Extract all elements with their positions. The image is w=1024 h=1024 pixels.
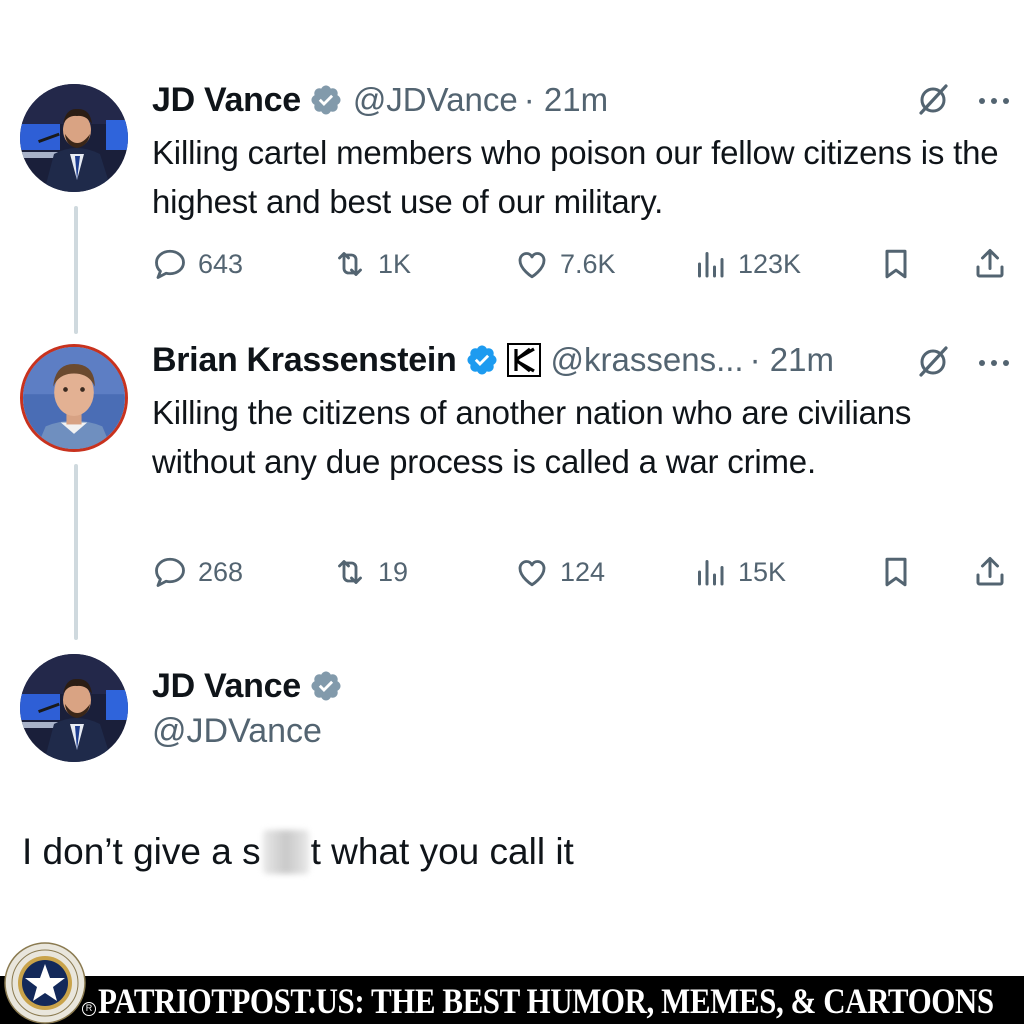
- views-button[interactable]: 15K: [692, 550, 786, 594]
- thread-line: [74, 206, 78, 334]
- like-count: 7.6K: [560, 248, 616, 279]
- views-count: 15K: [738, 556, 787, 587]
- verified-gray-icon: [309, 83, 343, 117]
- reply-text: I don’t give a s t what you call it: [22, 830, 574, 874]
- bookmark-button[interactable]: [878, 550, 914, 594]
- views-button[interactable]: 123K: [692, 242, 801, 286]
- verified-blue-icon: [465, 343, 499, 377]
- grok-icon[interactable]: [916, 82, 950, 116]
- avatar[interactable]: [20, 654, 128, 762]
- affiliate-k-badge-icon[interactable]: [506, 343, 541, 377]
- reply-text-end: t what you call it: [310, 831, 574, 872]
- tweet-actions: 268 19 124 15K: [152, 550, 1012, 594]
- avatar[interactable]: [20, 84, 128, 192]
- user-handle[interactable]: @JDVance: [152, 712, 343, 751]
- censor-blur: [262, 830, 309, 874]
- repost-count: 1K: [378, 248, 412, 279]
- registered-mark: R: [82, 1002, 96, 1016]
- timestamp[interactable]: · 21m: [524, 81, 608, 119]
- speech-bubble-icon: [155, 249, 185, 279]
- heart-icon: [518, 560, 546, 587]
- tweet-header: Brian Krassenstein @krassens... · 21m: [152, 338, 834, 382]
- watermark-banner: PATRIOTPOST.US: THE BEST HUMOR, MEMES, &…: [0, 976, 1024, 1024]
- speech-bubble-icon: [155, 557, 185, 587]
- display-name[interactable]: JD Vance: [152, 667, 301, 706]
- bookmark-icon: [885, 249, 907, 279]
- views-count: 123K: [738, 248, 802, 279]
- reply-count: 643: [198, 248, 244, 279]
- like-button[interactable]: 7.6K: [514, 242, 616, 286]
- user-handle[interactable]: @JDVance: [353, 81, 518, 119]
- share-button[interactable]: [972, 242, 1008, 286]
- bar-chart-icon: [698, 252, 724, 278]
- reply-text-start: I don’t give a s: [22, 831, 261, 872]
- user-handle[interactable]: @krassens...: [551, 341, 744, 379]
- bookmark-button[interactable]: [878, 242, 914, 286]
- repost-arrows-icon: [338, 560, 362, 584]
- tweet-text: Killing the citizens of another nation w…: [152, 394, 912, 480]
- tweet-header: JD Vance @JDVance · 21m: [152, 78, 608, 122]
- repost-arrows-icon: [338, 252, 362, 276]
- avatar[interactable]: [20, 344, 128, 452]
- like-button[interactable]: 124: [514, 550, 605, 594]
- more-icon[interactable]: [976, 356, 1012, 368]
- bookmark-icon: [885, 557, 907, 587]
- repost-count: 19: [378, 556, 409, 587]
- tweet-actions: 643 1K 7.6K 123K: [152, 242, 1012, 286]
- share-upload-icon: [976, 557, 1004, 586]
- watermark-text: PATRIOTPOST.US: THE BEST HUMOR, MEMES, &…: [98, 981, 994, 1021]
- grok-icon[interactable]: [916, 344, 950, 378]
- repost-button[interactable]: 19: [332, 550, 408, 594]
- patriot-post-seal-icon: [4, 942, 86, 1024]
- timestamp[interactable]: · 21m: [750, 341, 834, 379]
- share-upload-icon: [976, 249, 1004, 278]
- verified-gray-icon: [309, 669, 343, 703]
- thread-line: [74, 464, 78, 640]
- repost-button[interactable]: 1K: [332, 242, 411, 286]
- tweet-text: Killing cartel members who poison our fe…: [152, 134, 999, 220]
- heart-icon: [518, 252, 546, 279]
- more-icon[interactable]: [976, 94, 1012, 106]
- like-count: 124: [560, 556, 606, 587]
- reply-header: JD Vance @JDVance: [152, 664, 343, 751]
- reply-button[interactable]: 268: [152, 550, 243, 594]
- display-name[interactable]: JD Vance: [152, 81, 301, 120]
- display-name[interactable]: Brian Krassenstein: [152, 341, 457, 380]
- bar-chart-icon: [698, 560, 724, 586]
- share-button[interactable]: [972, 550, 1008, 594]
- reply-button[interactable]: 643: [152, 242, 243, 286]
- reply-count: 268: [198, 556, 244, 587]
